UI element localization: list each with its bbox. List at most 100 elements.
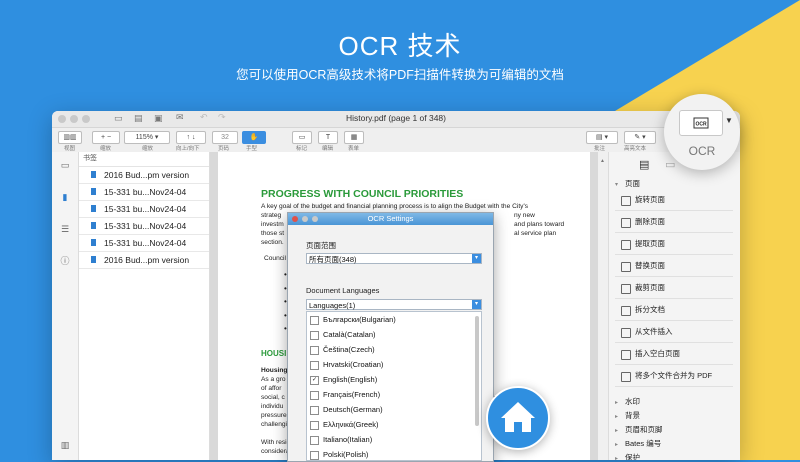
bookmark-icon[interactable]: ▮	[60, 192, 70, 202]
bookmark-icon	[91, 239, 96, 246]
section-header-footer[interactable]: ▸ 页眉和页脚	[615, 424, 663, 435]
language-option[interactable]: Français(French)	[310, 387, 380, 402]
checkbox[interactable]	[310, 435, 319, 445]
split-doc-item[interactable]: 拆分文档	[615, 300, 733, 321]
language-option[interactable]: ✓ English(English)	[310, 372, 377, 387]
language-option[interactable]: Български(Bulgarian)	[310, 312, 396, 327]
bookmark-icon	[91, 256, 96, 263]
toolbar-label-page: 页码	[218, 146, 230, 152]
language-option[interactable]: Čeština(Czech)	[310, 342, 375, 357]
section-protect[interactable]: ▸ 保护	[615, 452, 640, 460]
page-number-input[interactable]: 32	[212, 131, 238, 144]
checkbox[interactable]	[310, 330, 319, 340]
doc-heading-2: HOUSI	[261, 349, 287, 358]
annotation-button[interactable]: ▤ ▾	[586, 131, 618, 144]
chevron-down-icon: ▾	[472, 300, 481, 309]
insert-blank-item[interactable]: 插入空白页面	[615, 344, 733, 365]
doc-heading: PROGRESS WITH COUNCIL PRIORITIES	[261, 188, 464, 200]
title-bar: ▭ ▤ ▣ ✉ ↶ ↷ History.pdf (page 1 of 348)	[52, 111, 740, 128]
right-panel: ▤ ▭ ▾ 页面 旋转页面 删除页面 提取页面 替换页面 裁剪页面 拆分文档 从文…	[608, 152, 740, 460]
section-bates[interactable]: ▸ Bates 编号	[615, 438, 661, 449]
doc-council: Council	[264, 255, 286, 262]
bookmark-item[interactable]: 15-331 bu...Nov24-04	[79, 218, 209, 235]
language-option[interactable]: Ελληνικά(Greek)	[310, 417, 379, 432]
doc-languages-label: Document Languages	[306, 286, 380, 295]
bookmark-icon	[91, 222, 96, 229]
section-background[interactable]: ▸ 背景	[615, 410, 640, 421]
toolbar-label-zoom: 缩放	[100, 146, 112, 152]
toolbar-label-hand: 手型	[246, 146, 258, 152]
chevron-down-icon[interactable]: ▼	[725, 116, 733, 125]
zoom-buttons[interactable]: + −	[92, 131, 120, 144]
info-icon[interactable]: ⓘ	[60, 256, 70, 266]
toolbar-label-zoom2: 缩放	[142, 146, 154, 152]
language-option[interactable]: Deutsch(German)	[310, 402, 383, 417]
insert-file-icon	[621, 328, 631, 338]
dialog-minimize-button[interactable]	[302, 216, 308, 222]
language-list[interactable]: Български(Bulgarian) Català(Catalan) Češ…	[306, 311, 482, 461]
chevron-down-icon: ▾	[472, 254, 481, 263]
home-button[interactable]	[486, 386, 550, 450]
markup-button[interactable]: ▭	[292, 131, 312, 144]
merge-files-item[interactable]: 将多个文件合并为 PDF	[615, 366, 733, 387]
ocr-button[interactable]: OCR	[679, 110, 723, 136]
bookmark-item[interactable]: 15-331 bu...Nov24-04	[79, 184, 209, 201]
thumbnails-icon[interactable]: ▭	[60, 160, 70, 170]
section-page[interactable]: ▾ 页面	[615, 178, 640, 189]
scroll-up-icon[interactable]: ▲	[600, 158, 605, 164]
document-scrollbar[interactable]: ▲	[598, 152, 608, 460]
rotate-pages-item[interactable]: 旋转页面	[615, 190, 733, 211]
list-icon[interactable]: ☰	[60, 224, 70, 234]
extract-pages-item[interactable]: 提取页面	[615, 234, 733, 255]
home-icon	[501, 402, 535, 432]
replace-pages-item[interactable]: 替换页面	[615, 256, 733, 277]
split-icon	[621, 306, 631, 316]
zoom-select[interactable]: 115% ▾	[124, 131, 170, 144]
language-list-scrollbar[interactable]	[475, 316, 479, 426]
languages-select[interactable]: Languages(1) ▾	[306, 299, 482, 310]
page-up-down[interactable]: ↑ ↓	[176, 131, 206, 144]
checkbox[interactable]	[310, 315, 319, 325]
bookmark-item[interactable]: 15-331 bu...Nov24-04	[79, 201, 209, 218]
page-panel-icon[interactable]: ▤	[639, 158, 649, 171]
blank-page-icon	[621, 350, 631, 360]
bookmark-icon	[91, 188, 96, 195]
crop-pages-item[interactable]: 裁剪页面	[615, 278, 733, 299]
toolbar-label-annotation: 批注	[594, 146, 606, 152]
crop-icon	[621, 284, 631, 294]
form-button[interactable]: ▦	[344, 131, 364, 144]
toolbar-label-markup: 标记	[296, 146, 308, 152]
edit-button[interactable]: T	[318, 131, 338, 144]
dialog-close-button[interactable]	[292, 216, 298, 222]
ocr-icon: OCR	[693, 117, 709, 129]
delete-pages-item[interactable]: 删除页面	[615, 212, 733, 233]
language-option[interactable]: Italiano(Italian)	[310, 432, 372, 447]
bookmark-item[interactable]: 15-331 bu...Nov24-04	[79, 235, 209, 252]
dialog-title: OCR Settings	[367, 214, 414, 223]
toolbar-label-form: 表单	[348, 146, 360, 152]
svg-text:OCR: OCR	[695, 122, 707, 128]
page-range-select[interactable]: 所有页面(348) ▾	[306, 253, 482, 264]
trash-icon[interactable]: ▥	[60, 440, 70, 450]
toolbar-label-highlight: 高亮文本	[624, 146, 647, 152]
checkbox[interactable]	[310, 420, 319, 430]
hand-tool-button[interactable]: ✋	[242, 131, 266, 144]
language-option[interactable]: Català(Catalan)	[310, 327, 376, 342]
language-option[interactable]: Hrvatski(Croatian)	[310, 357, 383, 372]
bookmark-item[interactable]: 2016 Bud...pm version	[79, 167, 209, 184]
checkbox[interactable]	[310, 390, 319, 400]
bookmark-item[interactable]: 2016 Bud...pm version	[79, 252, 209, 269]
insert-from-file-item[interactable]: 从文件插入	[615, 322, 733, 343]
page-range-label: 页面范围	[306, 241, 336, 250]
checkbox[interactable]	[310, 360, 319, 370]
checkbox[interactable]	[310, 345, 319, 355]
delete-icon	[621, 218, 631, 228]
section-watermark[interactable]: ▸ 水印	[615, 396, 640, 407]
view-toggle[interactable]: ▥▥	[58, 131, 82, 144]
highlight-button[interactable]: ✎ ▾	[624, 131, 656, 144]
checkbox-checked[interactable]: ✓	[310, 375, 319, 385]
checkbox[interactable]	[310, 450, 319, 460]
doc-panel-icon[interactable]: ▭	[665, 158, 675, 171]
checkbox[interactable]	[310, 405, 319, 415]
dialog-zoom-button[interactable]	[312, 216, 318, 222]
